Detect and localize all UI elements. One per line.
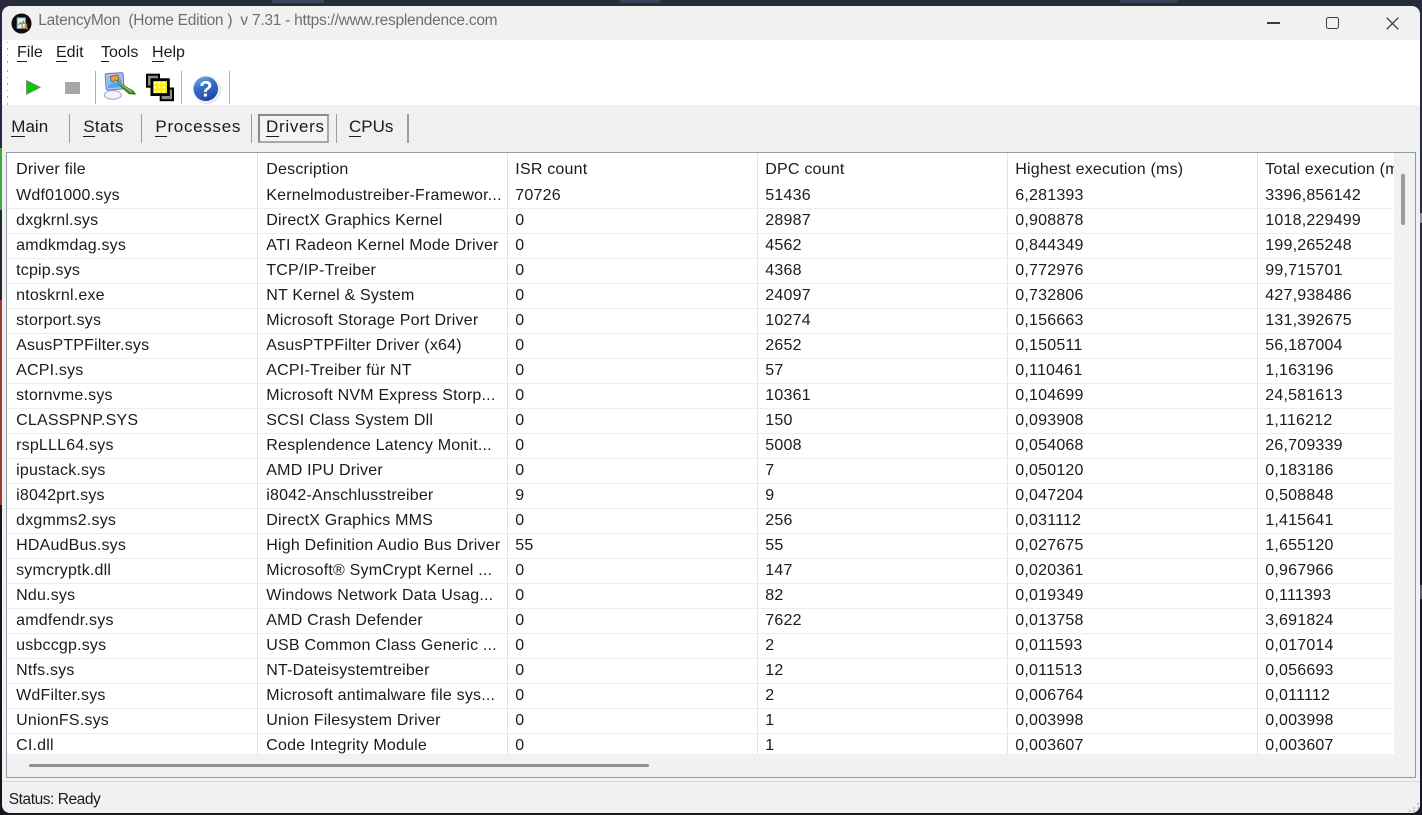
svg-text:?: ? [199, 76, 212, 101]
